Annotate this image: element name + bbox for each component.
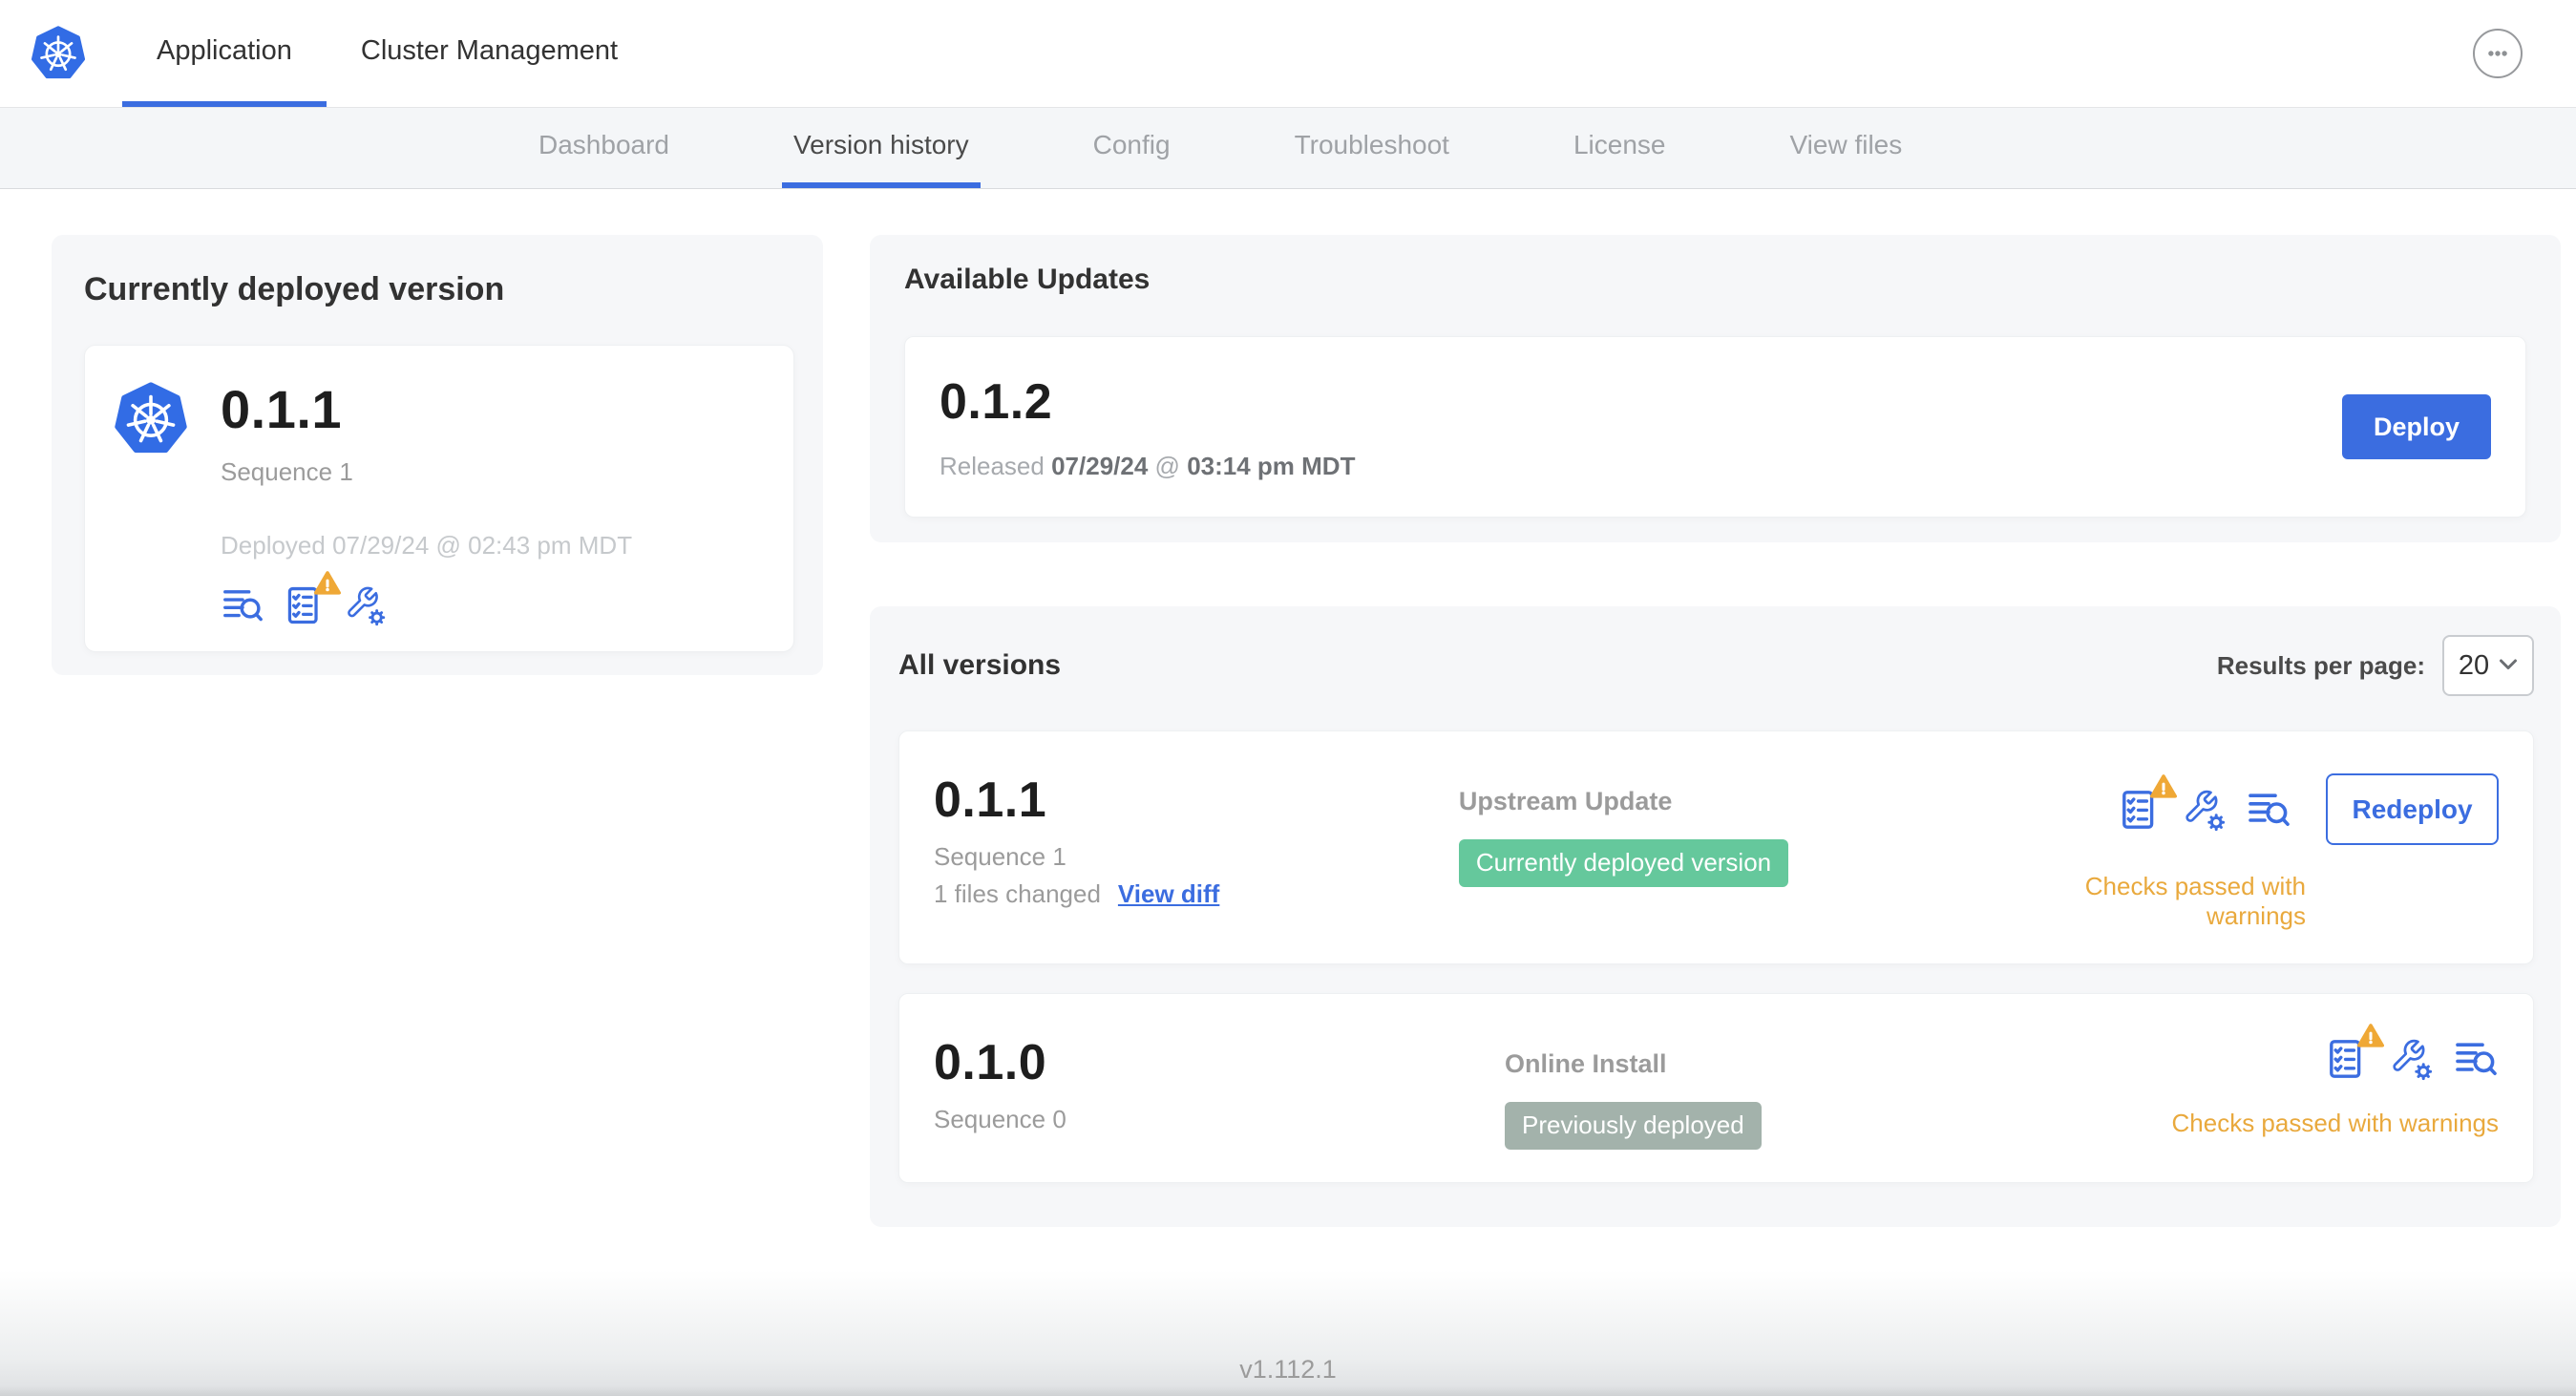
update-version-number: 0.1.2 xyxy=(940,373,1053,430)
tab-cluster-management[interactable]: Cluster Management xyxy=(327,0,652,107)
app-header: Application Cluster Management xyxy=(0,0,2576,108)
currently-deployed-title: Currently deployed version xyxy=(84,271,505,307)
results-per-page-select[interactable]: 20 xyxy=(2442,635,2534,696)
version-number: 0.1.0 xyxy=(934,1035,1047,1090)
version-history-page: Application Cluster Management Dashboard… xyxy=(0,0,2576,1396)
tab-application[interactable]: Application xyxy=(122,0,327,107)
status-badge: Previously deployed xyxy=(1505,1102,1762,1150)
current-version-number: 0.1.1 xyxy=(221,379,343,439)
view-diff-link[interactable]: View diff xyxy=(1118,879,1219,909)
tab-view-files[interactable]: View files xyxy=(1778,108,1913,188)
console-version-label: v1.112.1 xyxy=(1239,1355,1337,1384)
preflight-checks-icon[interactable] xyxy=(2116,773,2178,833)
config-icon[interactable] xyxy=(2181,787,2227,833)
chevron-down-icon xyxy=(2500,659,2518,669)
ellipsis-icon xyxy=(2488,51,2507,56)
version-info: 0.1.0 Sequence 0 xyxy=(934,1034,1505,1150)
preflight-checks-icon[interactable] xyxy=(2323,1024,2384,1082)
all-versions-card: All versions Results per page: 20 0.1.1 … xyxy=(870,606,2561,1227)
update-released-timestamp: Released 07/29/24 @ 03:14 pm MDT xyxy=(940,452,1355,481)
available-updates-title: Available Updates xyxy=(904,264,1151,295)
overflow-menu-button[interactable] xyxy=(2473,29,2523,78)
all-versions-title: All versions xyxy=(898,649,1062,681)
page-footer: v1.112.1 xyxy=(0,1270,2576,1396)
version-sequence: Sequence 1 xyxy=(934,842,1066,871)
kubernetes-app-icon xyxy=(114,382,188,456)
warning-triangle-icon xyxy=(314,570,341,597)
tab-troubleshoot[interactable]: Troubleshoot xyxy=(1283,108,1461,188)
tab-dashboard[interactable]: Dashboard xyxy=(527,108,681,188)
version-row: 0.1.1 Sequence 1 1 files changed View di… xyxy=(898,730,2534,964)
preflight-status-text: Checks passed with warnings xyxy=(2084,872,2307,930)
preflight-status-text: Checks passed with warnings xyxy=(2171,1109,2500,1137)
tab-license[interactable]: License xyxy=(1562,108,1678,188)
released-date: 07/29/24 xyxy=(1051,451,1149,480)
current-version-deployed-timestamp: Deployed 07/29/24 @ 02:43 pm MDT xyxy=(221,531,633,560)
tab-version-history[interactable]: Version history xyxy=(781,108,981,188)
right-column: Available Updates 0.1.2 Released 07/29/2… xyxy=(870,235,2561,1227)
deploy-button[interactable]: Deploy xyxy=(2342,394,2491,459)
version-source-info: Online Install Previously deployed xyxy=(1505,1034,2116,1150)
released-separator: @ xyxy=(1154,451,1180,480)
section-nav: Dashboard Version history Config Trouble… xyxy=(0,108,2576,189)
deploy-logs-icon[interactable] xyxy=(2246,787,2291,833)
app-tab-bar: Application Cluster Management xyxy=(122,0,652,107)
config-icon[interactable] xyxy=(343,583,387,627)
version-actions: Checks passed with warnings xyxy=(2171,1024,2500,1150)
currently-deployed-card: Currently deployed version 0.1.1 Sequenc… xyxy=(52,235,823,675)
version-source: Online Install xyxy=(1505,1049,1667,1078)
results-per-page: Results per page: 20 xyxy=(2217,635,2534,696)
preflight-checks-icon[interactable] xyxy=(282,571,341,627)
files-changed: 1 files changed xyxy=(934,879,1101,908)
deploy-logs-icon[interactable] xyxy=(2453,1036,2499,1082)
version-row: 0.1.0 Sequence 0 Online Install Previous… xyxy=(898,993,2534,1183)
released-time: 03:14 pm MDT xyxy=(1187,451,1356,480)
current-version-actions xyxy=(221,571,632,627)
version-sequence: Sequence 0 xyxy=(934,1105,1066,1133)
warning-triangle-icon xyxy=(2150,773,2178,800)
version-number: 0.1.1 xyxy=(934,772,1047,828)
tab-config[interactable]: Config xyxy=(1082,108,1182,188)
all-versions-header: All versions Results per page: 20 xyxy=(898,635,2534,696)
available-updates-card: Available Updates 0.1.2 Released 07/29/2… xyxy=(870,235,2561,542)
results-per-page-value: 20 xyxy=(2458,649,2490,681)
version-info: 0.1.1 Sequence 1 1 files changed View di… xyxy=(934,772,1459,931)
version-source: Upstream Update xyxy=(1458,787,1673,815)
available-update-row: 0.1.2 Released 07/29/24 @ 03:14 pm MDT D… xyxy=(904,336,2526,518)
deploy-logs-icon[interactable] xyxy=(221,583,264,627)
redeploy-button[interactable]: Redeploy xyxy=(2326,773,2500,845)
config-icon[interactable] xyxy=(2388,1036,2434,1082)
current-version-sequence: Sequence 1 xyxy=(221,457,353,486)
released-prefix: Released xyxy=(940,451,1045,480)
kubernetes-logo xyxy=(31,0,86,107)
version-source-info: Upstream Update Currently deployed versi… xyxy=(1458,772,2020,931)
status-badge: Currently deployed version xyxy=(1458,839,1789,887)
warning-triangle-icon xyxy=(2357,1023,2384,1049)
results-per-page-label: Results per page: xyxy=(2216,650,2425,680)
main-content: Currently deployed version 0.1.1 Sequenc… xyxy=(0,189,2576,1227)
version-actions: Redeploy Checks passed with warnings xyxy=(2020,772,2500,931)
currently-deployed-version-card: 0.1.1 Sequence 1 Deployed 07/29/24 @ 02:… xyxy=(84,345,794,652)
